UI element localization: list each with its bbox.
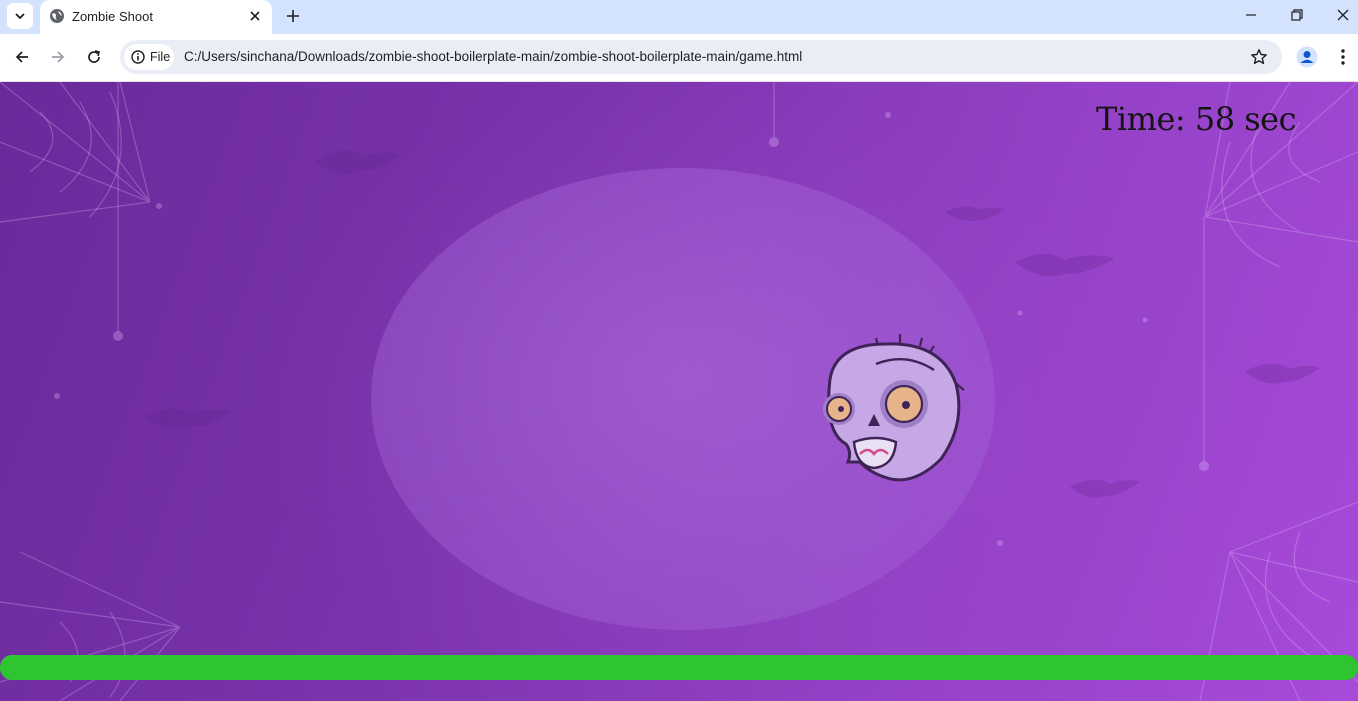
address-bar[interactable]: File C:/Users/sinchana/Downloads/zombie-… [120,40,1282,74]
tab-search-button[interactable] [7,3,33,29]
globe-icon [50,9,64,23]
browser-toolbar: File C:/Users/sinchana/Downloads/zombie-… [0,34,1358,82]
browser-menu-button[interactable] [1334,46,1352,68]
file-chip-label: File [150,50,171,64]
zombie-head-target[interactable] [816,334,972,490]
close-window-button[interactable] [1320,0,1358,30]
tab-close-button[interactable] [246,7,264,25]
chevron-down-icon [15,13,25,20]
new-tab-button[interactable] [282,5,304,27]
close-icon [250,11,260,21]
person-icon[interactable] [1296,46,1318,68]
timer-text: Time: 58 sec [1096,100,1296,138]
arrow-right-icon [52,51,65,63]
kebab-menu-icon [1341,49,1345,65]
tab-title: Zombie Shoot [72,9,153,24]
star-icon[interactable] [1250,48,1268,66]
forward-button[interactable] [45,44,71,70]
tab-zombie-shoot[interactable]: Zombie Shoot [40,0,272,34]
tab-strip: Zombie Shoot [0,0,1358,34]
health-bar [0,655,1358,680]
close-icon [1337,9,1349,21]
reload-button[interactable] [81,44,107,70]
url-text[interactable]: C:/Users/sinchana/Downloads/zombie-shoot… [184,49,802,64]
restore-button[interactable] [1274,0,1320,30]
plus-icon [287,10,299,22]
browser-window: Zombie Shoot File C:/Users/sinchana/Down… [0,0,1358,701]
game-area[interactable]: Time: 58 sec [0,82,1358,701]
zombie-head-icon [823,334,965,482]
reload-icon [88,50,101,63]
info-icon [131,50,145,64]
spiderweb-decorations [0,82,1358,701]
restore-icon [1291,9,1303,21]
back-button[interactable] [9,44,35,70]
minimize-icon [1246,14,1256,16]
minimize-button[interactable] [1228,0,1274,30]
site-info-chip[interactable]: File [124,44,174,70]
arrow-left-icon [15,51,28,63]
